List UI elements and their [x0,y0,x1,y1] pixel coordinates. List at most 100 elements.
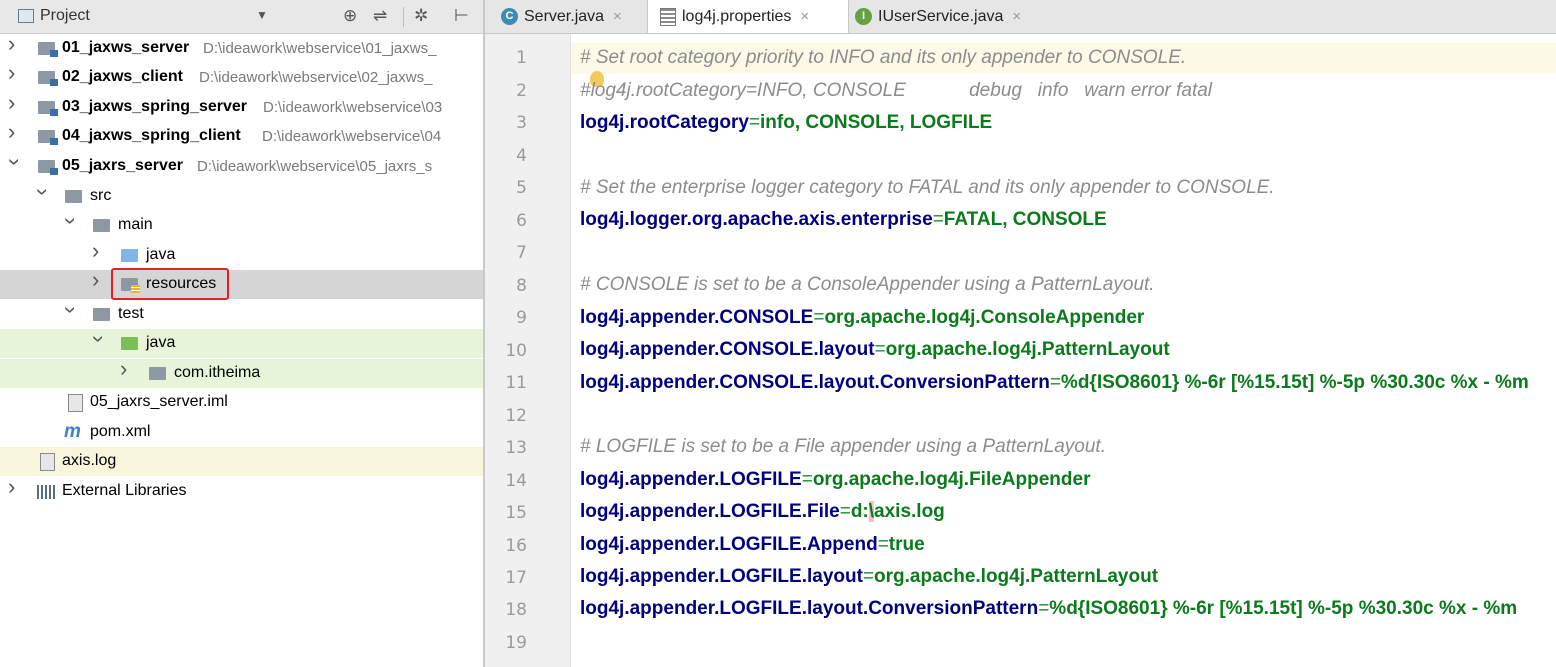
editor-panel: C Server.java × log4j.properties × I IUs… [485,0,1556,667]
maven-icon: m [64,421,81,442]
expand-arrow-icon[interactable] [6,31,20,57]
tree-item-label: com.itheima [174,364,261,381]
tree-item-02-jaxws-client[interactable]: 02_jaxws_client D:\ideawork\webservice\0… [0,60,483,92]
line-number: 18 [505,600,527,620]
close-tab-icon[interactable]: × [613,8,622,25]
property-key: log4j.appender.LOGFILE.layout [580,566,863,587]
property-key: log4j.appender.CONSOLE [580,307,814,328]
equals-sign: = [862,566,875,587]
line-number: 8 [516,276,527,296]
module-folder-icon [38,130,58,145]
properties-file-icon [660,7,676,26]
property-key: log4j.appender.LOGFILE [580,469,802,490]
package-icon [149,367,166,380]
property-value: FATAL, CONSOLE [943,209,1107,230]
tree-item-01-jaxws-server[interactable]: 01_jaxws_server D:\ideawork\webservice\0… [0,31,483,63]
tree-item-label: java [146,334,176,351]
editor-tab-bar: C Server.java × log4j.properties × I IUs… [485,0,1556,34]
tree-item-03-jaxws-spring-server[interactable]: 03_jaxws_spring_server D:\ideawork\webse… [0,90,483,122]
tree-item-src[interactable]: src [0,182,483,211]
tree-item-pom-xml[interactable]: m pom.xml [0,418,483,447]
code-comment: # CONSOLE is set to be a ConsoleAppender… [580,274,1155,295]
log-file-icon [40,453,55,471]
property-value: %d{ISO8601} %-6r [%15.15t] %-5p %30.30c … [1049,598,1518,619]
equals-sign: = [1038,598,1050,619]
line-number: 14 [505,471,527,491]
equals-sign: = [839,501,851,522]
tree-item-resources[interactable]: resources [0,267,483,299]
line-number: 12 [505,406,527,426]
expand-arrow-icon[interactable] [118,356,132,382]
expand-arrow-icon[interactable] [6,90,20,116]
property-value: %d{ISO8601} %-6r [%15.15t] %-5p %30.30c … [1060,372,1529,393]
project-title-label: Project [40,7,90,24]
code-property-line: log4j.appender.LOGFILE=org.apache.log4j.… [580,469,1090,491]
close-tab-icon[interactable]: × [1012,8,1021,25]
property-value-prefix: d: [850,501,869,522]
code-property-line: log4j.logger.org.apache.axis.enterprise=… [580,209,1107,231]
project-view-dropdown-icon[interactable]: ▼ [256,8,268,22]
expand-arrow-icon[interactable] [90,238,104,264]
expand-arrow-icon[interactable] [6,119,20,145]
close-tab-icon[interactable]: × [800,8,809,25]
gutter-border [570,34,571,667]
tree-item-label: main [118,216,153,233]
tree-item-test[interactable]: test [0,300,483,329]
equals-sign: = [813,307,825,328]
collapse-arrow-icon[interactable] [62,216,76,232]
tree-item-external-libraries[interactable]: External Libraries [0,474,483,506]
tree-item-label: pom.xml [90,423,151,440]
folder-icon [93,219,110,232]
settings-gear-icon[interactable]: ✲ [414,6,428,26]
tree-item-axis-log[interactable]: axis.log [0,447,483,476]
tree-item-04-jaxws-spring-client[interactable]: 04_jaxws_spring_client D:\ideawork\webse… [0,119,483,151]
property-key: log4j.appender.CONSOLE.layout [580,339,875,360]
line-number: 2 [516,81,527,101]
module-folder-icon [38,71,58,86]
line-number: 1 [516,48,527,68]
module-folder-icon [38,42,58,57]
property-key: log4j.logger.org.apache.axis.enterprise [580,209,933,230]
tree-item-main-java[interactable]: java [0,238,483,270]
property-value: org.apache.log4j.FileAppender [812,469,1091,490]
folder-icon [93,308,110,321]
hide-panel-icon[interactable]: ⊢ [454,6,469,26]
tab-log4j-properties[interactable]: log4j.properties × [647,0,849,33]
tree-item-label: java [146,246,176,263]
tree-item-com-itheima[interactable]: com.itheima [0,356,483,388]
code-comment: #log4j.rootCategory=INFO, CONSOLE debug … [580,80,1213,101]
code-property-line: log4j.appender.CONSOLE.layout=org.apache… [580,339,1170,361]
equals-sign: = [932,209,944,230]
tree-item-path: D:\ideawork\webservice\05_jaxrs_s [197,158,433,175]
tree-item-path: D:\ideawork\webservice\02_jaxws_ [199,69,433,86]
collapse-arrow-icon[interactable] [90,334,104,350]
property-value-suffix: axis.log [874,501,945,522]
tree-item-test-java[interactable]: java [0,329,483,358]
tree-item-05-jaxrs-server[interactable]: 05_jaxrs_server D:\ideawork\webservice\0… [0,152,483,181]
tree-item-label: 05_jaxrs_server.iml [90,393,228,410]
collapse-all-icon[interactable]: ⇌ [373,6,387,26]
property-value: org.apache.log4j.PatternLayout [874,566,1159,587]
tree-item-label: External Libraries [62,482,187,499]
tree-item-path: D:\ideawork\webservice\01_jaxws_ [203,40,437,57]
project-title[interactable]: Project [18,7,90,25]
expand-arrow-icon[interactable] [6,474,20,500]
module-folder-icon [38,101,58,116]
tab-iuserservice-java[interactable]: I IUserService.java × [847,0,1055,33]
collapse-arrow-icon[interactable] [6,157,20,173]
source-folder-icon [121,249,138,262]
interface-icon: I [855,8,872,25]
tab-server-java[interactable]: C Server.java × [493,0,646,33]
tree-item-main[interactable]: main [0,211,483,240]
expand-arrow-icon[interactable] [6,60,20,86]
tab-label: IUserService.java [878,7,1004,25]
property-key: log4j.rootCategory [580,112,749,133]
collapse-arrow-icon[interactable] [34,187,48,203]
equals-sign: = [877,534,889,555]
tree-item-iml-file[interactable]: 05_jaxrs_server.iml [0,388,483,417]
expand-arrow-icon[interactable] [90,267,104,293]
test-folder-icon [121,337,138,350]
module-folder-icon [38,160,58,175]
locate-icon[interactable]: ⊕ [343,6,357,26]
collapse-arrow-icon[interactable] [62,305,76,321]
